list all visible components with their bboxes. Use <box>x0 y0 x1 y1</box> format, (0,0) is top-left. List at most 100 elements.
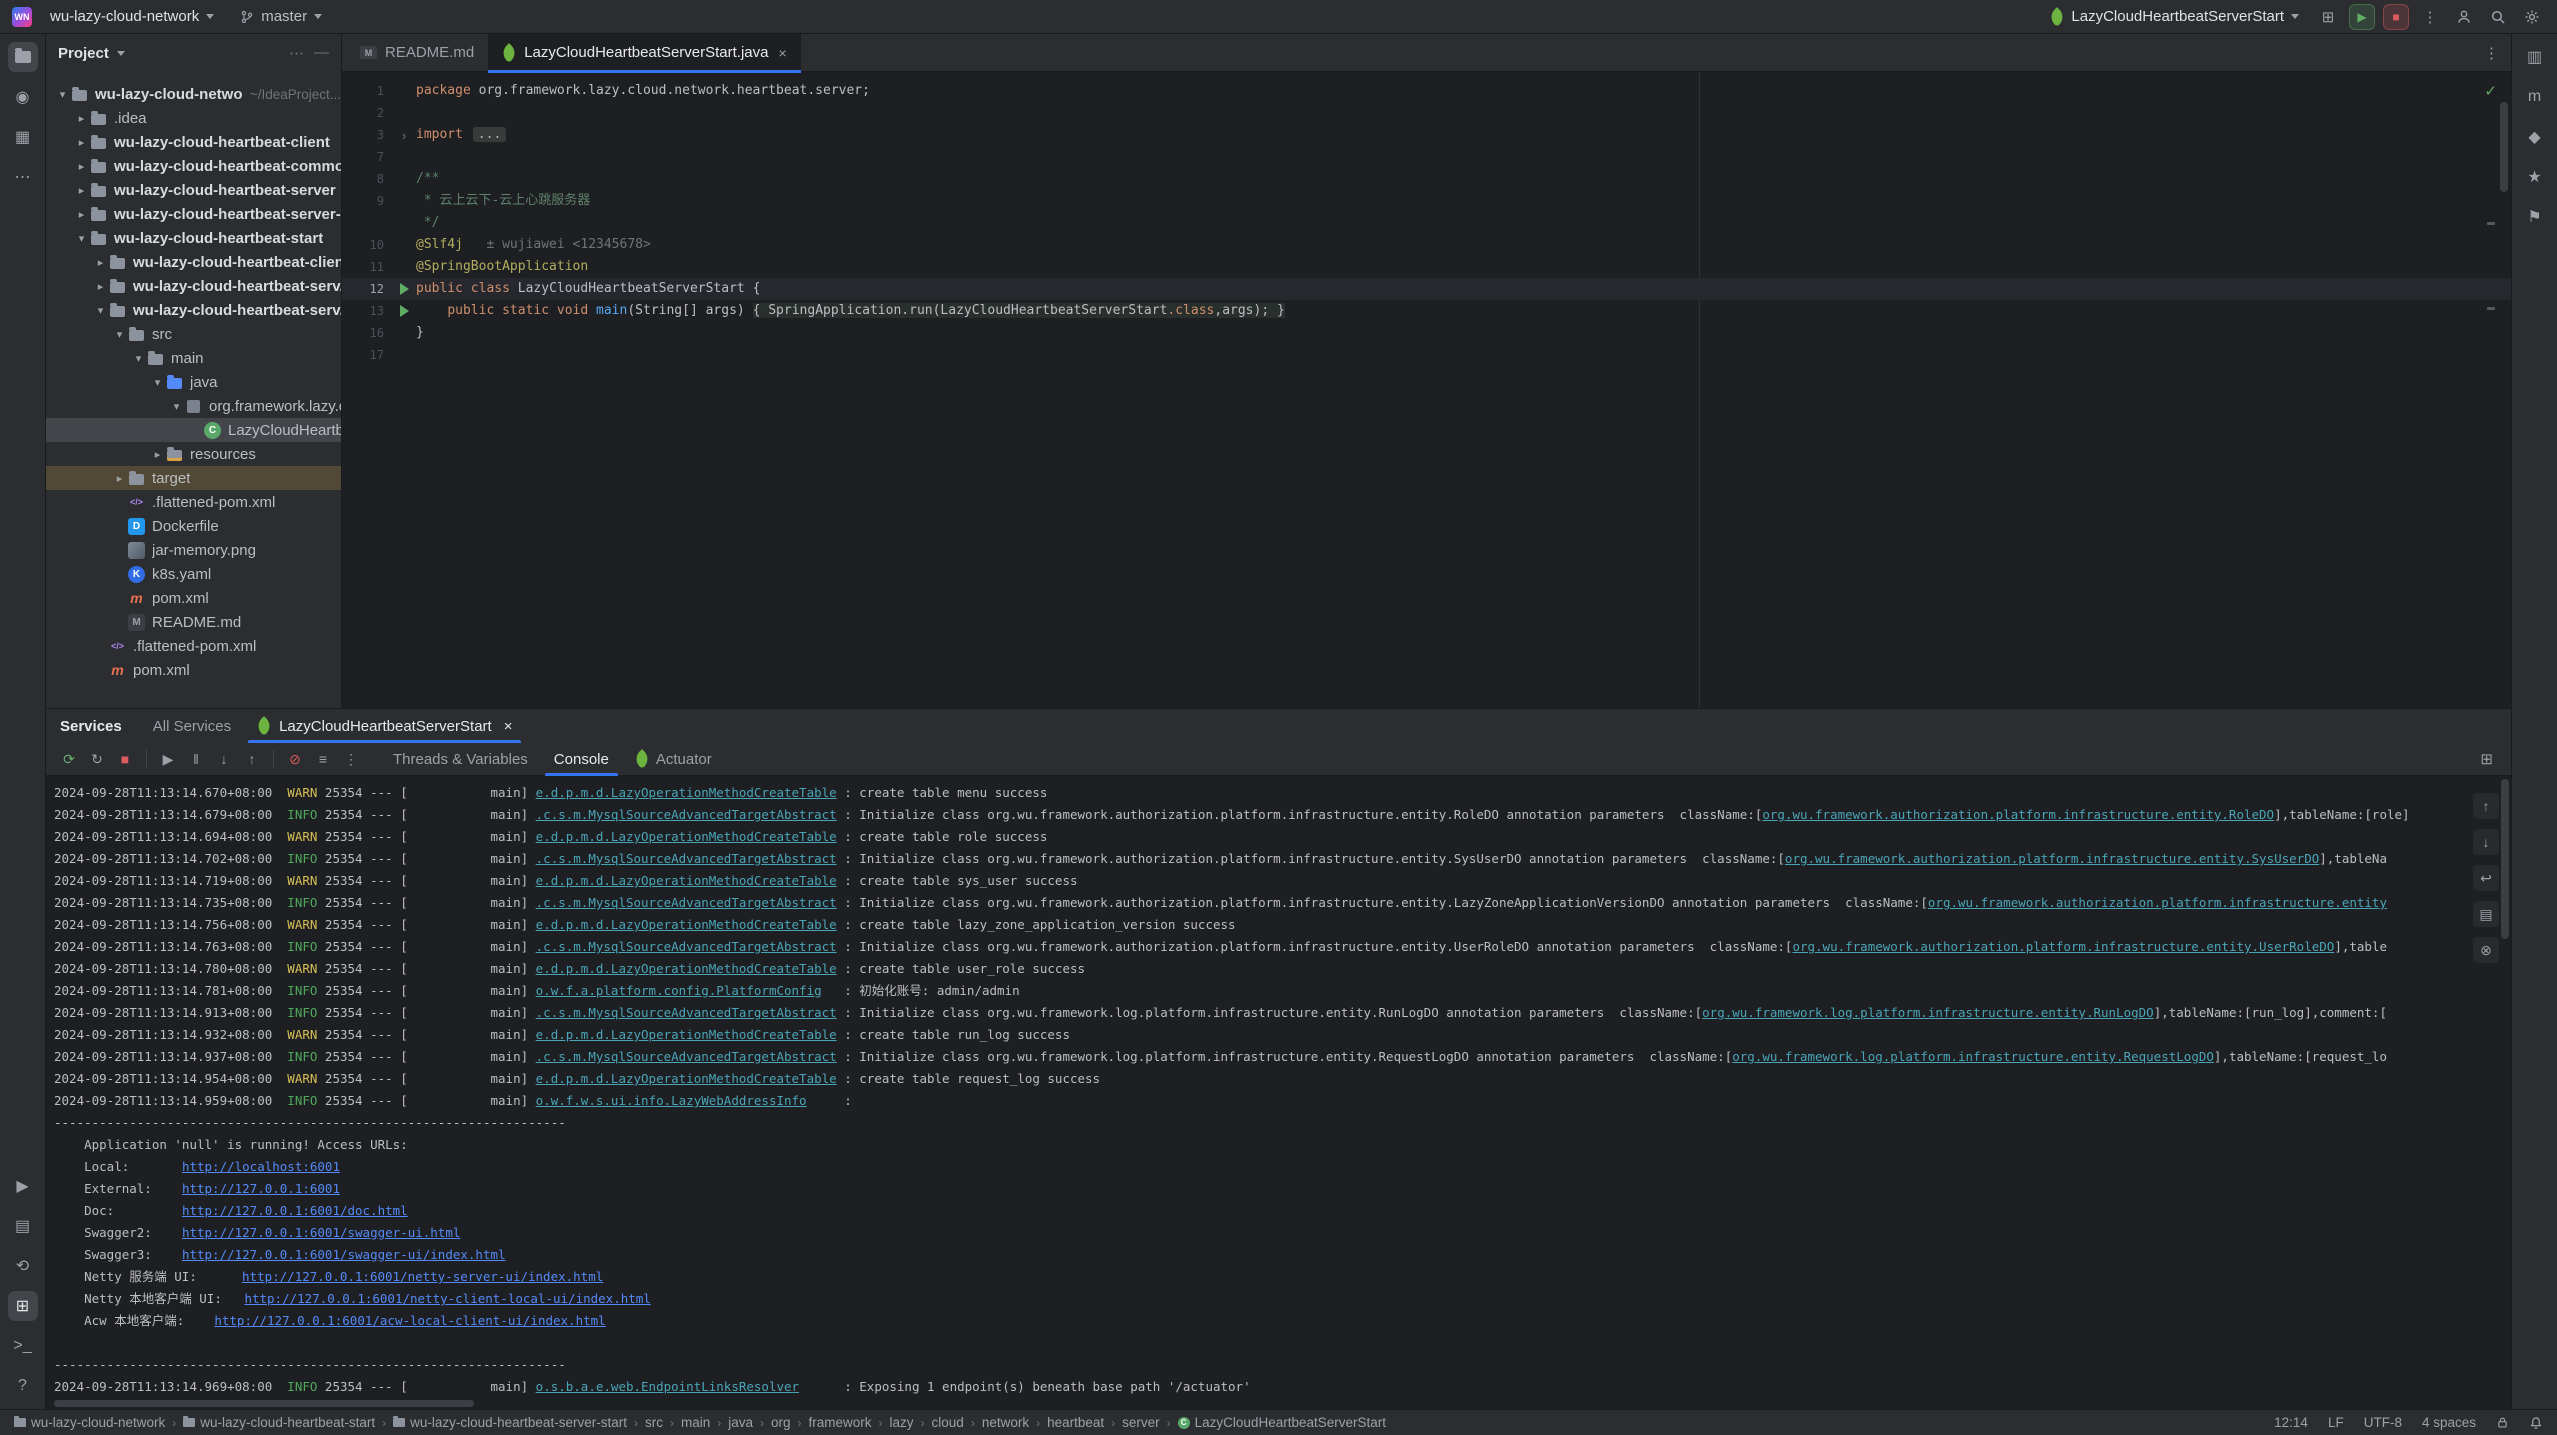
settings-icon[interactable] <box>2519 4 2545 30</box>
notifications-bell-icon[interactable] <box>2529 1416 2543 1430</box>
twisty-icon[interactable]: ▸ <box>111 472 128 485</box>
tree-item[interactable]: DDockerfile <box>46 514 341 538</box>
twisty-icon[interactable]: ▸ <box>73 136 90 149</box>
console-url-link[interactable]: http://127.0.0.1:6001/netty-server-ui/in… <box>242 1269 603 1284</box>
console-class-link[interactable]: e.d.p.m.d.LazyOperationMethodCreateTable <box>536 873 837 888</box>
structure-tool-icon[interactable]: ▦ <box>8 122 38 152</box>
console-output[interactable]: 2024-09-28T11:13:14.670+08:00 WARN 25354… <box>46 776 2511 1409</box>
tree-item[interactable]: ▸wu-lazy-cloud-heartbeat-server <box>46 178 341 202</box>
breadcrumb-item[interactable]: src <box>645 1415 663 1430</box>
twisty-icon[interactable]: ▾ <box>130 352 147 365</box>
console-url-link[interactable]: http://127.0.0.1:6001/netty-client-local… <box>244 1291 650 1306</box>
more-actions-icon[interactable]: ⋮ <box>2417 4 2443 30</box>
caret-position[interactable]: 12:14 <box>2274 1415 2308 1430</box>
close-tab-icon[interactable]: × <box>778 45 786 61</box>
indent-style[interactable]: 4 spaces <box>2422 1415 2476 1430</box>
breadcrumb-item[interactable]: java <box>728 1415 753 1430</box>
gradle-tool-icon[interactable]: ◆ <box>2520 122 2550 152</box>
tree-item[interactable]: </>.flattened-pom.xml <box>46 634 341 658</box>
notifications-icon[interactable] <box>2520 242 2550 272</box>
view-options-button[interactable]: ≡ <box>310 746 336 772</box>
tree-item[interactable]: ▸wu-lazy-cloud-heartbeat-commo... <box>46 154 341 178</box>
console-class-link[interactable]: .c.s.m.MysqlSourceAdvancedTargetAbstract <box>536 939 837 954</box>
console-class-link[interactable]: org.wu.framework.authorization.platform.… <box>1785 851 2319 866</box>
run-line-icon[interactable] <box>400 305 409 317</box>
tree-item[interactable]: Kk8s.yaml <box>46 562 341 586</box>
twisty-icon[interactable]: ▸ <box>73 208 90 221</box>
breadcrumb-item[interactable]: wu-lazy-cloud-heartbeat-start <box>183 1415 375 1430</box>
restart-button[interactable]: ↻ <box>84 746 110 772</box>
tree-item[interactable]: mpom.xml <box>46 586 341 610</box>
twisty-icon[interactable]: ▾ <box>111 328 128 341</box>
editor-scrollbar[interactable] <box>2500 102 2508 192</box>
more-button[interactable]: ⋮ <box>338 746 364 772</box>
console-url-link[interactable]: http://127.0.0.1:6001/acw-local-client-u… <box>214 1313 605 1328</box>
console-class-link[interactable]: e.d.p.m.d.LazyOperationMethodCreateTable <box>536 829 837 844</box>
more-tools-icon[interactable]: ⋯ <box>8 162 38 192</box>
run-tool-icon[interactable]: ▶ <box>8 1171 38 1201</box>
services-tool-title[interactable]: Services <box>60 718 122 735</box>
database-tool-icon[interactable]: ▥ <box>2520 42 2550 72</box>
app-icon[interactable]: WN <box>12 7 32 27</box>
console-horizontal-scrollbar[interactable] <box>54 1400 474 1407</box>
tree-item[interactable]: ▾java <box>46 370 341 394</box>
step-up-button[interactable]: ↑ <box>239 746 265 772</box>
console-class-link[interactable]: e.d.p.m.d.LazyOperationMethodCreateTable <box>536 785 837 800</box>
branch-selector[interactable]: master <box>232 5 330 28</box>
twisty-icon[interactable]: ▸ <box>92 256 109 269</box>
resume-button[interactable]: ▶ <box>155 746 181 772</box>
editor-tab[interactable]: MREADME.md <box>346 34 488 72</box>
breadcrumb-item[interactable]: server <box>1122 1415 1160 1430</box>
tree-item[interactable]: ▾main <box>46 346 341 370</box>
code-editor[interactable]: 1package org.framework.lazy.cloud.networ… <box>342 72 2511 708</box>
twisty-icon[interactable]: ▾ <box>92 304 109 317</box>
console-class-link[interactable]: .c.s.m.MysqlSourceAdvancedTargetAbstract <box>536 1005 837 1020</box>
console-url-link[interactable]: http://localhost:6001 <box>182 1159 340 1174</box>
project-tool-header[interactable]: Project ⋯ — <box>46 34 341 72</box>
tree-item[interactable]: ▸wu-lazy-cloud-heartbeat-server-... <box>46 202 341 226</box>
lock-icon[interactable] <box>2496 1416 2509 1429</box>
commit-tool-icon[interactable]: ◉ <box>8 82 38 112</box>
line-ending[interactable]: LF <box>2328 1415 2344 1430</box>
console-class-link[interactable]: o.w.f.a.platform.config.PlatformConfig <box>536 983 822 998</box>
console-url-link[interactable]: http://127.0.0.1:6001/swagger-ui/index.h… <box>182 1247 506 1262</box>
close-tab-icon[interactable]: × <box>504 718 513 735</box>
breadcrumb-item[interactable]: wu-lazy-cloud-heartbeat-server-start <box>393 1415 627 1430</box>
tree-item[interactable]: ▾wu-lazy-cloud-network~/IdeaProject... <box>46 82 341 106</box>
console-class-link[interactable]: org.wu.framework.log.platform.infrastruc… <box>1732 1049 2214 1064</box>
history-tool-icon[interactable]: ⟲ <box>8 1251 38 1281</box>
twisty-icon[interactable]: ▸ <box>92 280 109 293</box>
console-url-link[interactable]: http://127.0.0.1:6001 <box>182 1181 340 1196</box>
breadcrumb-item[interactable]: wu-lazy-cloud-network <box>14 1415 165 1430</box>
console-class-link[interactable]: e.d.p.m.d.LazyOperationMethodCreateTable <box>536 1027 837 1042</box>
console-vertical-scrollbar[interactable] <box>2501 779 2509 939</box>
tree-item[interactable]: ▸resources <box>46 442 341 466</box>
layout-settings-icon[interactable]: ⊞ <box>2480 750 2493 768</box>
run-line-icon[interactable] <box>400 283 409 295</box>
twisty-icon[interactable]: ▸ <box>73 112 90 125</box>
fold-icon[interactable]: › <box>402 128 406 143</box>
tree-item[interactable]: </>.flattened-pom.xml <box>46 490 341 514</box>
console-class-link[interactable]: org.wu.framework.log.platform.infrastruc… <box>1702 1005 2154 1020</box>
tree-item[interactable]: ▾wu-lazy-cloud-heartbeat-serv... <box>46 298 341 322</box>
console-class-link[interactable]: .c.s.m.MysqlSourceAdvancedTargetAbstract <box>536 807 837 822</box>
terminal-tool-icon[interactable]: >_ <box>8 1331 38 1361</box>
run-configuration-selector[interactable]: LazyCloudHeartbeatServerStart <box>2042 5 2307 28</box>
tree-item[interactable]: jar-memory.png <box>46 538 341 562</box>
pause-button[interactable]: ‖ <box>183 746 209 772</box>
tree-item[interactable]: ▸.idea <box>46 106 341 130</box>
tree-item[interactable]: ▸wu-lazy-cloud-heartbeat-clien... <box>46 250 341 274</box>
breadcrumb-item[interactable]: CLazyCloudHeartbeatServerStart <box>1178 1415 1386 1430</box>
tree-item[interactable]: ▾src <box>46 322 341 346</box>
stop-application-button[interactable]: ■ <box>2383 4 2409 30</box>
scroll-to-bottom-button[interactable]: ↓ <box>2473 829 2499 855</box>
breadcrumb-item[interactable]: main <box>681 1415 710 1430</box>
maven-tool-icon[interactable]: m <box>2520 82 2550 112</box>
twisty-icon[interactable]: ▸ <box>73 184 90 197</box>
breadcrumb-item[interactable]: lazy <box>890 1415 914 1430</box>
console-class-link[interactable]: org.wu.framework.authorization.platform.… <box>1762 807 2274 822</box>
services-tab[interactable]: LazyCloudHeartbeatServerStart× <box>244 709 525 743</box>
print-button[interactable]: ▤ <box>2473 901 2499 927</box>
twisty-icon[interactable]: ▾ <box>73 232 90 245</box>
step-down-button[interactable]: ↓ <box>211 746 237 772</box>
